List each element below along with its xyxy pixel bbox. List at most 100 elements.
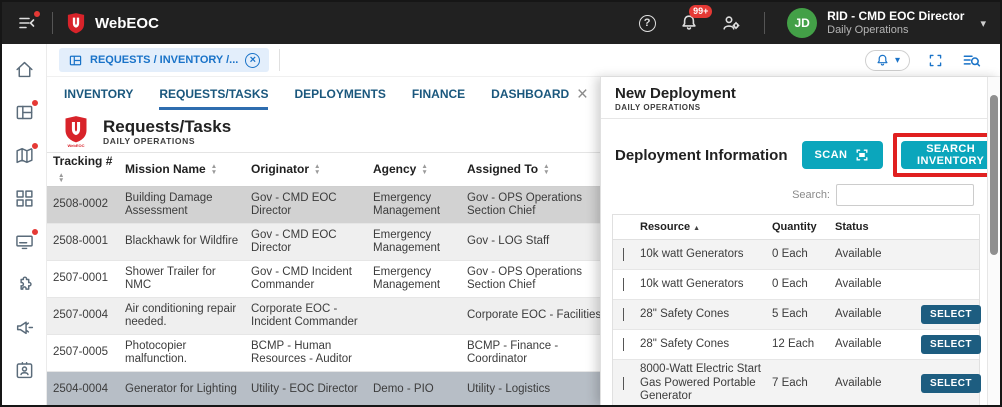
new-deployment-panel: New Deployment DAILY OPERATIONS Deployme…	[600, 77, 1000, 405]
board-title: Requests/Tasks	[103, 116, 232, 136]
inventory-row: 10k watt Generators 0 Each Available	[613, 240, 979, 270]
cell-agency	[373, 298, 467, 334]
board-subtitle: DAILY OPERATIONS	[103, 135, 196, 146]
tab-inventory[interactable]: INVENTORY	[64, 87, 133, 110]
tab-deployments[interactable]: DEPLOYMENTS	[294, 87, 385, 110]
cell-assigned: BCMP - Finance - Coordinator	[467, 339, 559, 366]
home-icon[interactable]	[14, 59, 35, 80]
table-row[interactable]: 2507-0004 Air conditioning repair needed.…	[47, 298, 600, 335]
open-view-chip[interactable]: REQUESTS / INVENTORY /...	[59, 48, 270, 72]
inventory-row: 28" Safety Cones 12 Each Available SELECT	[613, 330, 981, 360]
webeoc-shield-logo: WebEOC	[64, 115, 88, 148]
table-row[interactable]: 2508-0001 Blackhawk for Wildfire Gov - CMD…	[47, 224, 600, 261]
cell-resource: 10k watt Generators	[640, 277, 744, 290]
cell-status: Available	[835, 307, 882, 320]
user-admin-gear-icon[interactable]	[720, 12, 742, 34]
col-header-quantity[interactable]: Quantity	[772, 221, 835, 233]
cell-resource: 8000-Watt Electric Start Gas Powered Por…	[640, 363, 762, 402]
red-annotation-box: SEARCH INVENTORY	[893, 133, 1000, 177]
select-button[interactable]: SELECT	[921, 335, 981, 354]
boards-icon[interactable]	[14, 99, 39, 123]
expand-cell	[613, 337, 640, 352]
notifications-bell-icon[interactable]: 99+	[678, 5, 713, 34]
inventory-table-header: Resource Quantity Status	[613, 215, 979, 240]
cell-assigned: Gov - OPS Operations Section Chief	[467, 265, 583, 292]
close-board-icon[interactable]	[577, 84, 588, 106]
col-header-tracking[interactable]: Tracking #	[53, 153, 125, 186]
maps-icon[interactable]	[14, 142, 39, 166]
table-row[interactable]: 2507-0005 Photocopier malfunction. BCMP - …	[47, 335, 600, 372]
cell-quantity: 12 Each	[772, 337, 815, 350]
apps-grid-icon[interactable]	[14, 188, 35, 209]
contact-card-icon[interactable]	[14, 360, 35, 381]
table-row[interactable]: 2504-0004 Generator for Lighting Utility -…	[47, 372, 600, 405]
chevron-down-icon[interactable]	[623, 247, 624, 261]
section-title: Deployment Information	[615, 146, 788, 164]
sort-icon[interactable]	[421, 164, 427, 175]
expand-cell	[613, 277, 640, 292]
cell-status: Available	[835, 277, 882, 290]
webeoc-shield-logo	[67, 13, 85, 34]
plugins-puzzle-icon[interactable]	[14, 274, 35, 295]
cell-tracking: 2507-0004	[53, 309, 108, 322]
cell-status: Available	[835, 247, 882, 260]
cell-tracking: 2508-0002	[53, 198, 108, 211]
tab-finance[interactable]: FINANCE	[412, 87, 465, 110]
cell-assigned: Gov - OPS Operations Section Chief	[467, 191, 583, 218]
chevron-down-icon[interactable]	[623, 277, 624, 291]
select-button[interactable]: SELECT	[921, 305, 981, 324]
panel-header: New Deployment DAILY OPERATIONS	[601, 77, 1000, 119]
sort-icon[interactable]	[58, 173, 64, 184]
sort-icon[interactable]	[543, 164, 549, 175]
cell-mission: Shower Trailer for NMC	[125, 265, 216, 292]
sort-icon[interactable]	[211, 164, 217, 175]
cell-status: Available	[835, 337, 882, 350]
chevron-down-icon[interactable]	[623, 307, 624, 321]
sort-icon[interactable]	[314, 164, 320, 175]
logo-caption: WebEOC	[67, 142, 85, 148]
cell-originator: BCMP - Human Resources - Auditor	[251, 339, 352, 366]
help-icon[interactable]	[636, 12, 658, 34]
cell-originator: Gov - CMD EOC Director	[251, 191, 337, 218]
requests-tasks-board: INVENTORY REQUESTS/TASKS DEPLOYMENTS FINANC…	[47, 77, 600, 405]
tab-requests-tasks[interactable]: REQUESTS/TASKS	[159, 87, 269, 110]
col-header-originator[interactable]: Originator	[251, 153, 373, 186]
fullscreen-icon[interactable]	[924, 49, 946, 71]
inventory-search-input[interactable]	[836, 184, 974, 206]
col-header-agency[interactable]: Agency	[373, 153, 467, 186]
col-header-resource[interactable]: Resource	[640, 221, 772, 233]
col-header-assigned[interactable]: Assigned To	[467, 153, 600, 186]
requests-table: Tracking # Mission Name Originator Agenc…	[47, 152, 600, 405]
table-row[interactable]: 2507-0001 Shower Trailer for NMC Gov - CMD…	[47, 261, 600, 298]
collapse-menu-icon[interactable]	[16, 10, 41, 34]
content-area: REQUESTS / INVENTORY /... INVENTORYR	[47, 44, 1000, 405]
user-avatar: JD	[787, 8, 818, 38]
user-menu[interactable]: JD RID - CMD EOC Director Daily Operatio…	[787, 8, 986, 38]
notification-count-badge: 99+	[689, 5, 713, 18]
scan-button[interactable]: SCAN	[801, 141, 884, 169]
table-row[interactable]: 2508-0002 Building Damage Assessment Gov -…	[47, 187, 600, 224]
cell-tracking: 2508-0001	[53, 235, 108, 248]
cell-agency: Emergency Management	[373, 191, 441, 218]
notifications-dropdown[interactable]	[864, 49, 910, 71]
chevron-down-icon[interactable]	[623, 337, 624, 351]
col-header-mission[interactable]: Mission Name	[125, 153, 251, 186]
close-view-icon[interactable]	[245, 52, 261, 68]
cell-quantity: 0 Each	[772, 247, 808, 260]
deployment-information-section: Deployment Information SCAN SEARCH INVEN…	[601, 119, 1000, 177]
search-list-icon[interactable]	[960, 49, 982, 71]
select-button[interactable]: SELECT	[921, 373, 981, 393]
cell-originator: Utility - EOC Director	[251, 383, 358, 396]
megaphone-icon[interactable]	[14, 317, 35, 338]
monitor-icon[interactable]	[14, 228, 39, 252]
view-chip-label: REQUESTS / INVENTORY /...	[90, 54, 239, 66]
select-cell: SELECT	[921, 373, 981, 393]
cell-mission: Generator for Lighting	[125, 383, 237, 396]
tab-dashboard[interactable]: DASHBOARD	[491, 87, 569, 110]
panel-scrollbar[interactable]	[987, 77, 1000, 405]
boards-alert-dot	[30, 99, 39, 107]
scrollbar-thumb[interactable]	[990, 95, 998, 255]
chevron-down-icon[interactable]	[623, 376, 624, 390]
col-header-status[interactable]: Status	[835, 221, 921, 233]
cell-originator: Gov - CMD EOC Director	[251, 228, 337, 255]
